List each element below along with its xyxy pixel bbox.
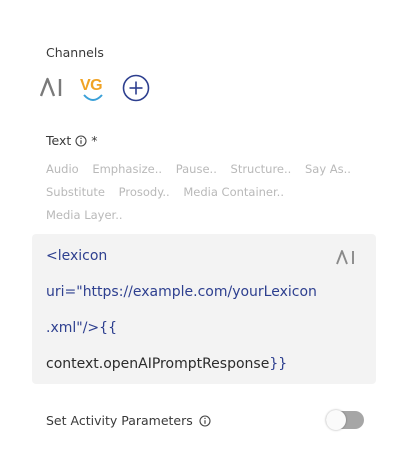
- editor-line: uri="https://example.com/yourLexicon: [46, 284, 317, 300]
- editor-variable: context.openAIPromptResponse: [46, 356, 270, 372]
- plus-circle-icon[interactable]: [122, 74, 150, 102]
- vg-channel-icon[interactable]: VG: [80, 74, 110, 108]
- ai-assist-icon[interactable]: [336, 249, 358, 265]
- ssml-tag-say-as[interactable]: Say As..: [305, 158, 351, 181]
- channels-label: Channels: [46, 45, 104, 60]
- open-braces: {{: [99, 320, 117, 336]
- ssml-tag-prosody[interactable]: Prosody..: [119, 181, 170, 204]
- ssml-tag-pause[interactable]: Pause..: [176, 158, 217, 181]
- editor-line: context.openAIPromptResponse}}: [46, 356, 287, 372]
- selected-channel-indicator: [83, 94, 103, 101]
- close-braces: }}: [269, 356, 288, 372]
- ssml-tag-media-container[interactable]: Media Container..: [183, 181, 284, 204]
- activity-parameters-label: Set Activity Parameters: [46, 413, 193, 428]
- text-field-label: Text: [46, 133, 72, 148]
- info-icon[interactable]: [75, 134, 87, 147]
- text-editor[interactable]: <lexicon uri="https://example.com/yourLe…: [32, 234, 376, 384]
- ssml-tag-media-layer[interactable]: Media Layer..: [46, 204, 123, 227]
- ssml-tag-structure[interactable]: Structure..: [231, 158, 292, 181]
- ssml-tag-emphasize[interactable]: Emphasize..: [92, 158, 162, 181]
- ai-channel-icon[interactable]: [40, 76, 66, 98]
- activity-parameters-toggle[interactable]: [326, 410, 364, 430]
- activity-parameters-row: Set Activity Parameters: [46, 413, 211, 428]
- editor-line: <lexicon: [46, 248, 108, 264]
- ssml-tag-substitute[interactable]: Substitute: [46, 181, 105, 204]
- toggle-knob: [326, 410, 346, 430]
- ssml-tag-audio[interactable]: Audio: [46, 158, 79, 181]
- ssml-tag-list: Audio Emphasize.. Pause.. Structure.. Sa…: [46, 158, 366, 227]
- required-marker: *: [91, 133, 98, 148]
- info-icon[interactable]: [199, 414, 211, 427]
- editor-line: .xml"/>{{: [46, 320, 117, 336]
- editor-text: .xml"/>: [46, 320, 100, 336]
- text-field-label-row: Text *: [46, 133, 98, 148]
